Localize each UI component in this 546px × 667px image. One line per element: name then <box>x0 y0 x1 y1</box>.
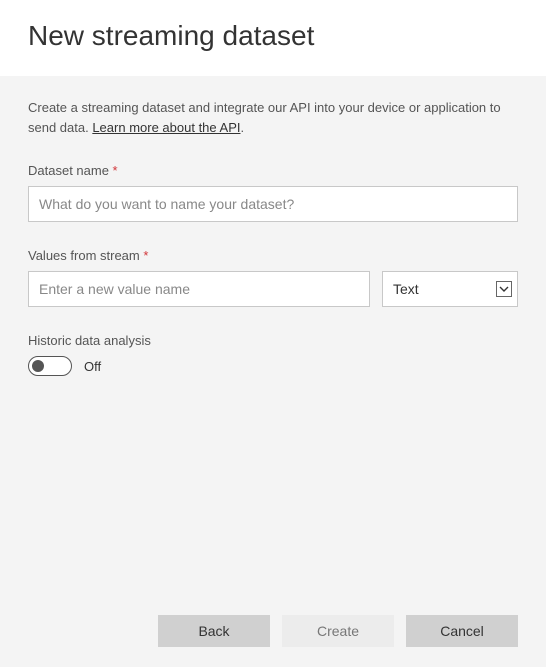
historic-toggle-state: Off <box>84 359 101 374</box>
required-mark: * <box>143 248 148 263</box>
value-type-select[interactable]: Text <box>382 271 518 307</box>
dialog-header: New streaming dataset <box>0 0 546 76</box>
intro-suffix: . <box>240 120 244 135</box>
learn-more-link[interactable]: Learn more about the API <box>92 120 240 135</box>
historic-toggle[interactable] <box>28 356 72 376</box>
dialog-body: Create a streaming dataset and integrate… <box>0 76 546 667</box>
historic-label: Historic data analysis <box>28 333 518 348</box>
values-stream-label: Values from stream * <box>28 248 518 263</box>
values-stream-field: Values from stream * Text <box>28 248 518 307</box>
dialog-footer: Back Create Cancel <box>28 605 518 647</box>
value-name-input[interactable] <box>28 271 370 307</box>
historic-field: Historic data analysis Off <box>28 333 518 376</box>
cancel-button[interactable]: Cancel <box>406 615 518 647</box>
dataset-name-label-text: Dataset name <box>28 163 113 178</box>
back-button[interactable]: Back <box>158 615 270 647</box>
values-stream-label-text: Values from stream <box>28 248 143 263</box>
dataset-name-input[interactable] <box>28 186 518 222</box>
value-type-select-wrap: Text <box>382 271 518 307</box>
dataset-name-field: Dataset name * <box>28 163 518 222</box>
required-mark: * <box>113 163 118 178</box>
page-title: New streaming dataset <box>28 20 518 52</box>
intro-text: Create a streaming dataset and integrate… <box>28 98 518 137</box>
dataset-name-label: Dataset name * <box>28 163 518 178</box>
toggle-knob <box>32 360 44 372</box>
create-button[interactable]: Create <box>282 615 394 647</box>
